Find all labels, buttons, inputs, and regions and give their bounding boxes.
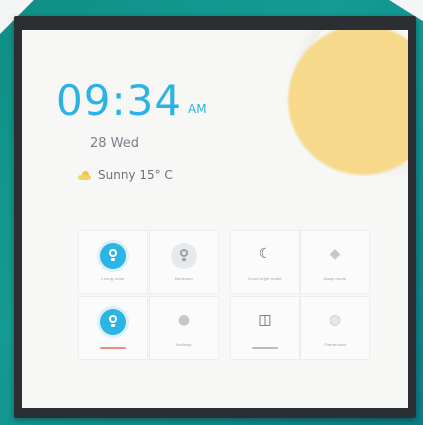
device-tile-grid: Living room Bedroom ☾ Good night mode ◆ …: [78, 230, 370, 362]
tile-label: Living room: [101, 276, 125, 281]
diamond-icon: ◆: [329, 246, 341, 262]
tile-label: Thermostat: [323, 342, 347, 347]
moon-icon: ☾: [258, 246, 272, 262]
tile-label: Good night mode: [248, 276, 282, 281]
weather-summary: Sunny 15° C: [78, 168, 173, 182]
clock-date: 28 Wed: [90, 136, 140, 151]
tile-hallway[interactable]: ● Hallway: [149, 296, 219, 360]
partly-sunny-icon: [78, 170, 92, 180]
dial-icon: ◍: [328, 312, 342, 328]
clock: 09:34 AM: [56, 80, 207, 122]
lightbulb-icon: [108, 249, 118, 263]
kitchen-toggle[interactable]: [100, 309, 126, 335]
tile-thermostat[interactable]: ◍ Thermostat: [300, 296, 370, 360]
status-underline: [100, 347, 126, 349]
tile-label: Bedroom: [175, 276, 193, 281]
status-underline: [252, 347, 278, 349]
tile-living-room[interactable]: Living room: [78, 230, 148, 294]
tile-curtains[interactable]: ◫: [230, 296, 300, 360]
curtain-icon: ◫: [258, 312, 272, 328]
tile-good-night[interactable]: ☾ Good night mode: [230, 230, 300, 294]
clock-time: 09:34: [56, 76, 183, 125]
clock-ampm: AM: [188, 102, 207, 116]
lightbulb-icon: [179, 249, 189, 263]
tile-bedroom[interactable]: Bedroom: [149, 230, 219, 294]
smart-panel-screen: 09:34 AM 28 Wed Sunny 15° C Living room: [22, 30, 408, 408]
dot-icon: ●: [177, 312, 191, 328]
lightbulb-icon: [108, 315, 118, 329]
tile-kitchen[interactable]: [78, 296, 148, 360]
weather-text: Sunny 15° C: [98, 168, 173, 182]
living-room-toggle[interactable]: [100, 243, 126, 269]
sun-graphic: [288, 30, 408, 175]
bedroom-toggle[interactable]: [171, 243, 197, 269]
tile-label: Away mode: [323, 276, 347, 281]
photo-scene: 09:34 AM 28 Wed Sunny 15° C Living room: [0, 0, 423, 425]
tile-away[interactable]: ◆ Away mode: [300, 230, 370, 294]
tile-label: Hallway: [176, 342, 192, 347]
